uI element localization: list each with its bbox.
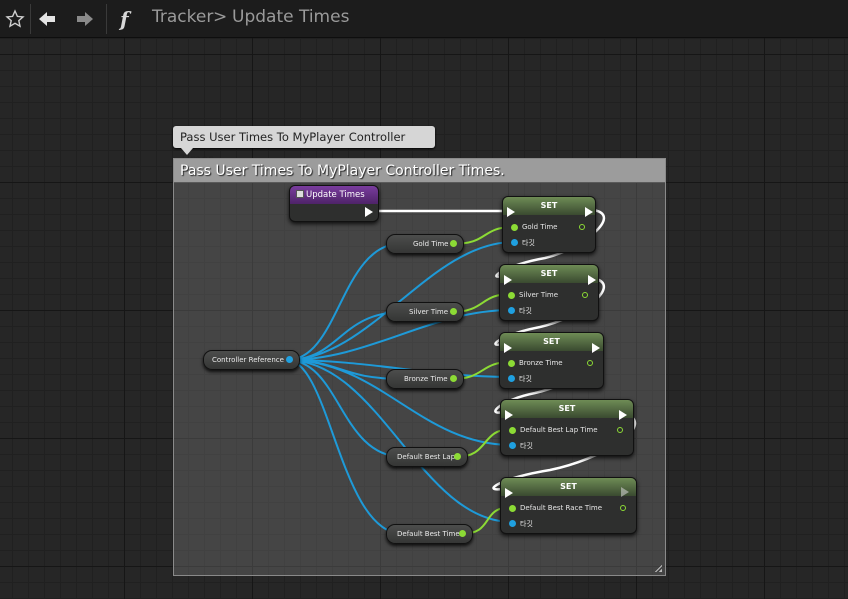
target-label: 타깃 [520, 520, 533, 528]
silver-time-output-pin[interactable] [450, 308, 457, 315]
exec-out-pin[interactable] [619, 410, 627, 420]
set-node-title: SET [500, 265, 598, 283]
set-node-title: SET [503, 197, 595, 215]
value-input-pin[interactable] [509, 505, 516, 512]
set-var-label: Gold Time [522, 223, 558, 231]
exec-in-pin[interactable] [507, 207, 515, 217]
value-input-pin[interactable] [508, 360, 515, 367]
wire-controller-set1 [286, 241, 515, 361]
exec-out-pin[interactable] [365, 207, 373, 217]
target-label: 타깃 [519, 307, 532, 315]
default-best-lap-get-node[interactable]: Default Best Lap [386, 447, 468, 467]
target-input-pin[interactable] [509, 520, 516, 527]
set-node-gold-time[interactable]: SET Gold Time 타깃 [502, 196, 596, 253]
default-best-time-get-node[interactable]: Default Best Time [386, 524, 473, 544]
gold-time-get-node[interactable]: Gold Time [386, 234, 464, 254]
silver-time-get-label: Silver Time [409, 308, 449, 316]
target-label: 타깃 [522, 239, 535, 247]
set-var-label: Default Best Race Time [520, 504, 603, 512]
value-output-pin[interactable] [620, 505, 626, 511]
set-var-label: Bronze Time [519, 359, 563, 367]
wire-controller-besttime [286, 359, 404, 535]
value-input-pin[interactable] [508, 292, 515, 299]
set-node-silver-time[interactable]: SET Silver Time 타깃 [499, 264, 599, 321]
value-output-pin[interactable] [587, 360, 593, 366]
bronze-time-get-label: Bronze Time [404, 375, 448, 383]
default-best-time-get-label: Default Best Time [397, 530, 460, 538]
set-node-default-best-lap-time[interactable]: SET Default Best Lap Time 타깃 [500, 399, 634, 456]
exec-out-pin[interactable] [588, 275, 596, 285]
wire-layer [286, 208, 637, 535]
exec-in-pin[interactable] [504, 275, 512, 285]
exec-out-pin[interactable] [585, 207, 593, 217]
set-node-title: SET [500, 333, 603, 351]
exec-in-pin[interactable] [505, 410, 513, 420]
event-node-label: Update Times [306, 190, 365, 200]
set-node-title: SET [501, 400, 633, 418]
bronze-time-output-pin[interactable] [450, 375, 457, 382]
controller-reference-output-pin[interactable] [286, 356, 293, 363]
target-input-pin[interactable] [511, 239, 518, 246]
target-input-pin[interactable] [508, 375, 515, 382]
exec-out-pin[interactable] [592, 343, 600, 353]
value-output-pin[interactable] [582, 292, 588, 298]
silver-time-get-node[interactable]: Silver Time [386, 302, 464, 322]
set-var-label: Default Best Lap Time [520, 426, 598, 434]
exec-in-pin[interactable] [505, 488, 513, 498]
set-node-title: SET [501, 478, 636, 496]
event-node-update-times[interactable]: Update Times [289, 185, 379, 222]
value-input-pin[interactable] [511, 224, 518, 231]
exec-out-pin-unconnected[interactable] [621, 487, 629, 497]
bronze-time-get-node[interactable]: Bronze Time [386, 369, 464, 389]
set-node-bronze-time[interactable]: SET Bronze Time 타깃 [499, 332, 604, 389]
gold-time-get-label: Gold Time [413, 240, 449, 248]
exec-in-pin[interactable] [504, 343, 512, 353]
controller-reference-label: Controller Reference [212, 356, 284, 364]
value-output-pin[interactable] [617, 427, 623, 433]
controller-reference-node[interactable]: Controller Reference [203, 350, 300, 370]
set-var-label: Silver Time [519, 291, 559, 299]
target-input-pin[interactable] [509, 442, 516, 449]
target-label: 타깃 [519, 375, 532, 383]
target-input-pin[interactable] [508, 307, 515, 314]
set-node-default-best-race-time[interactable]: SET Default Best Race Time 타깃 [500, 477, 637, 534]
default-best-lap-get-label: Default Best Lap [397, 453, 456, 461]
value-output-pin[interactable] [579, 224, 585, 230]
target-label: 타깃 [520, 442, 533, 450]
default-best-lap-output-pin[interactable] [454, 453, 461, 460]
gold-time-output-pin[interactable] [450, 240, 457, 247]
event-icon [296, 190, 304, 198]
default-best-time-output-pin[interactable] [459, 530, 466, 537]
value-input-pin[interactable] [509, 427, 516, 434]
